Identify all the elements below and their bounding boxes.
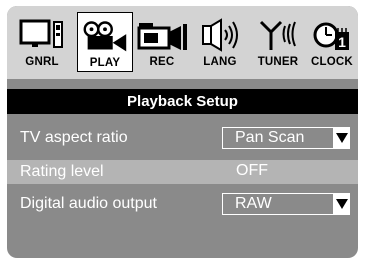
tab-lang[interactable]: LANG bbox=[191, 12, 249, 72]
dropdown-arrow-icon[interactable] bbox=[334, 193, 350, 215]
clock-icon: 1 bbox=[313, 22, 349, 50]
tv-aspect-ratio-select[interactable]: Pan Scan bbox=[222, 127, 334, 149]
film-reel-play-icon bbox=[83, 21, 127, 52]
tab-clock[interactable]: 1 CLOCK bbox=[307, 12, 357, 72]
tab-label: CLOCK bbox=[311, 56, 353, 68]
tab-rec[interactable]: REC bbox=[133, 12, 191, 72]
setting-label: Rating level bbox=[20, 163, 104, 180]
setting-row-tv-aspect-ratio[interactable]: TV aspect ratio Pan Scan bbox=[7, 126, 358, 150]
speaker-language-icon bbox=[202, 18, 238, 52]
setting-label: TV aspect ratio bbox=[20, 129, 128, 146]
setup-menu-panel: GNRL PLAY REC LANG TUNER 1 CLOCK Playbac… bbox=[7, 6, 358, 258]
setting-label: Digital audio output bbox=[20, 195, 157, 212]
tab-gnrl[interactable]: GNRL bbox=[13, 12, 71, 72]
digital-audio-output-select[interactable]: RAW bbox=[222, 193, 334, 215]
antenna-tuner-icon bbox=[259, 20, 296, 50]
tab-strip: GNRL PLAY REC LANG TUNER 1 CLOCK bbox=[7, 6, 358, 79]
tab-label: REC bbox=[149, 56, 175, 68]
dropdown-arrow-icon[interactable] bbox=[334, 127, 350, 149]
svg-text:1: 1 bbox=[338, 34, 346, 50]
tab-play[interactable]: PLAY bbox=[77, 12, 133, 72]
tab-label: GNRL bbox=[25, 56, 59, 68]
camera-record-icon bbox=[137, 23, 187, 50]
page-title: Playback Setup bbox=[7, 89, 358, 114]
tab-label: PLAY bbox=[89, 57, 121, 69]
tab-label: LANG bbox=[203, 56, 237, 68]
tab-label: TUNER bbox=[257, 56, 299, 68]
tab-tuner[interactable]: TUNER bbox=[249, 12, 307, 72]
tv-general-icon bbox=[19, 19, 63, 48]
setting-row-digital-audio-output[interactable]: Digital audio output RAW bbox=[7, 192, 358, 216]
rating-level-value[interactable]: OFF bbox=[222, 161, 334, 183]
setting-row-rating-level[interactable]: Rating level OFF bbox=[7, 160, 358, 184]
